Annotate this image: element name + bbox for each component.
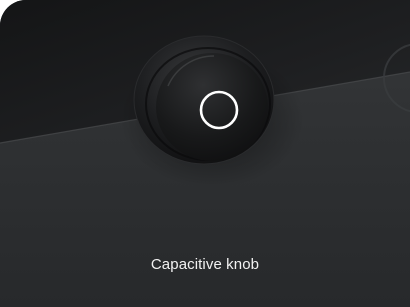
product-photo-card: Capacitive knob: [0, 0, 410, 307]
knob-face: [156, 53, 268, 161]
caption: Capacitive knob: [150, 256, 260, 273]
